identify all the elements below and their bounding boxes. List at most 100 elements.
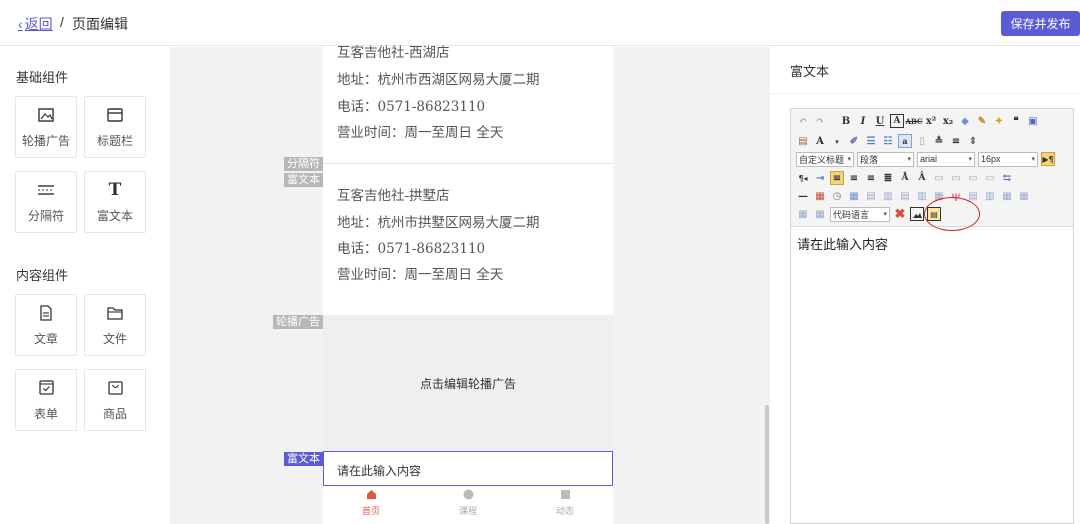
auto-format-icon[interactable]: ✦ xyxy=(992,114,1006,128)
article-icon xyxy=(37,304,55,322)
puzzle-icon[interactable]: ✖ xyxy=(893,207,907,222)
toolbar-row: ¶◂ ⇥ ≡ ≡ ≡ ≣ Å Â ▭ ▭ ▭ ▭ ⇆ xyxy=(796,170,1014,186)
component-product[interactable]: 商品 xyxy=(84,369,146,431)
component-label: 商品 xyxy=(102,406,127,421)
italic-icon[interactable]: I xyxy=(856,114,870,128)
table-icon[interactable]: ▦ xyxy=(847,189,861,203)
course-icon xyxy=(463,489,473,500)
component-divider[interactable]: 分隔符 xyxy=(15,171,77,233)
carousel-banner[interactable]: 点击编辑轮播广告 xyxy=(323,315,613,451)
richtext-block-selected[interactable]: 请在此输入内容 xyxy=(323,451,613,486)
component-label: 轮播广告 xyxy=(21,133,70,148)
paragraph-select[interactable]: 段落 ▾ xyxy=(857,151,914,167)
superscript-icon[interactable]: x² xyxy=(924,114,938,128)
image-left-icon[interactable]: ▭ xyxy=(932,171,946,185)
insert-col-icon[interactable]: ▥ xyxy=(881,189,895,203)
text-icon: T xyxy=(108,179,122,200)
ordered-list-icon[interactable]: ☰ xyxy=(864,134,878,148)
table-props-icon[interactable]: ▦ xyxy=(1000,189,1014,203)
clear-doc-icon[interactable]: ▯ xyxy=(915,134,929,148)
tag-richtext[interactable]: 富文本 xyxy=(284,173,323,187)
component-label: 表单 xyxy=(33,406,58,421)
tag-divider[interactable]: 分隔符 xyxy=(284,157,323,171)
component-article[interactable]: 文章 xyxy=(15,294,77,356)
image-center-icon[interactable]: ▭ xyxy=(983,171,997,185)
bold-icon[interactable]: B xyxy=(839,114,853,128)
panel-divider xyxy=(770,93,1080,94)
image-none-icon[interactable]: ▭ xyxy=(949,171,963,185)
delete-row-icon[interactable]: ▤ xyxy=(898,189,912,203)
insert-row-icon[interactable]: ▤ xyxy=(864,189,878,203)
component-title-bar[interactable]: 标题栏 xyxy=(84,96,146,158)
form-icon xyxy=(37,379,55,397)
toolbar-row: ▤ A ▾ ✐ ☰ ☷ a ▯ ≛ ≡ ⇕ xyxy=(796,133,980,149)
paragraph-format-icon[interactable]: ¶◂ xyxy=(796,171,810,185)
tab-news[interactable]: 动态 xyxy=(545,489,585,517)
tab-course[interactable]: 课程 xyxy=(448,489,488,517)
background-color-icon[interactable]: ✐ xyxy=(847,134,861,148)
redo-icon[interactable]: ↷ xyxy=(813,114,827,128)
tag-carousel[interactable]: 轮播广告 xyxy=(273,315,323,329)
format-brush-icon[interactable]: ✎ xyxy=(975,114,989,128)
image-right-icon[interactable]: ▭ xyxy=(966,171,980,185)
store-phone: 电话：0571-86823110 xyxy=(337,99,486,115)
component-richtext[interactable]: T 富文本 xyxy=(84,171,146,233)
link-icon[interactable]: ⇆ xyxy=(1000,171,1014,185)
subscript-icon[interactable]: x₂ xyxy=(941,114,955,128)
component-label: 分隔符 xyxy=(27,208,64,223)
horizontal-rule-icon[interactable]: — xyxy=(796,189,810,203)
component-file[interactable]: 文件 xyxy=(84,294,146,356)
align-center-icon[interactable]: ≡ xyxy=(847,171,861,185)
canvas-scrollbar-thumb[interactable] xyxy=(765,405,769,524)
align-justify-icon[interactable]: ≣ xyxy=(881,171,895,185)
custom-heading-select[interactable]: 自定义标题 ▾ xyxy=(796,151,854,167)
code-language-select[interactable]: 代码语言 ▾ xyxy=(830,206,890,222)
store-name: 互客吉他社-拱墅店 xyxy=(337,188,450,204)
arrow-down-icon[interactable]: ▾ xyxy=(830,134,844,148)
component-label: 富文本 xyxy=(96,208,133,223)
annotation-circle xyxy=(924,197,980,231)
cell-props-icon[interactable]: ▦ xyxy=(1017,189,1031,203)
font-color-icon[interactable]: A xyxy=(813,134,827,148)
delete-col-icon[interactable]: ▥ xyxy=(915,189,929,203)
to-lowercase-icon[interactable]: Â xyxy=(915,171,929,185)
font-family-select[interactable]: arial ▾ xyxy=(917,151,975,167)
date-icon[interactable]: ▦ xyxy=(813,189,827,203)
divider-line[interactable] xyxy=(323,163,613,164)
title-bar-icon xyxy=(106,106,124,124)
indent-icon[interactable]: ⇥ xyxy=(813,171,827,185)
select-table-icon[interactable]: ▦ xyxy=(796,207,810,221)
font-border-icon[interactable]: A xyxy=(890,114,904,128)
split-cols-icon[interactable]: ▥ xyxy=(983,189,997,203)
folder-icon xyxy=(106,304,124,322)
time-icon[interactable]: ◷ xyxy=(830,189,844,203)
row-spacing-icon[interactable]: ⇕ xyxy=(966,134,980,148)
insert-image-icon[interactable] xyxy=(910,207,924,221)
blockquote-icon[interactable]: ❝ xyxy=(1009,114,1023,128)
paragraph-spacing-icon[interactable]: ≡ xyxy=(949,134,963,148)
to-uppercase-icon[interactable]: Å xyxy=(898,171,912,185)
ltr-direction-icon[interactable]: ▶¶ xyxy=(1041,152,1055,166)
undo-icon[interactable]: ↶ xyxy=(796,114,810,128)
tag-richtext-active[interactable]: 富文本 xyxy=(284,452,323,466)
eraser-icon[interactable]: ◆ xyxy=(958,114,972,128)
editor-placeholder[interactable]: 请在此输入内容 xyxy=(797,234,888,253)
strikethrough-icon[interactable]: ABC xyxy=(905,114,922,128)
align-left-icon[interactable]: ≡ xyxy=(830,171,844,185)
unordered-list-icon[interactable]: ☷ xyxy=(881,134,895,148)
line-height-icon[interactable]: ≛ xyxy=(932,134,946,148)
paste-plain-icon[interactable]: ▤ xyxy=(796,134,810,148)
font-size-select[interactable]: 16px ▾ xyxy=(978,151,1038,167)
select-all-icon[interactable]: a xyxy=(898,134,912,148)
delete-table-icon[interactable]: ▦ xyxy=(813,207,827,221)
underline-icon[interactable]: U xyxy=(873,114,887,128)
align-right-icon[interactable]: ≡ xyxy=(864,171,878,185)
tab-home[interactable]: 首页 xyxy=(351,489,391,517)
component-carousel[interactable]: 轮播广告 xyxy=(15,96,77,158)
fullscreen-icon[interactable]: ▣ xyxy=(1026,114,1040,128)
richtext-placeholder: 请在此输入内容 xyxy=(337,464,422,478)
save-publish-button[interactable]: 保存并发布 xyxy=(1001,11,1080,36)
back-link[interactable]: ‹ 返回 xyxy=(18,14,53,34)
component-form[interactable]: 表单 xyxy=(15,369,77,431)
store-phone: 电话：0571-86823110 xyxy=(337,241,486,257)
